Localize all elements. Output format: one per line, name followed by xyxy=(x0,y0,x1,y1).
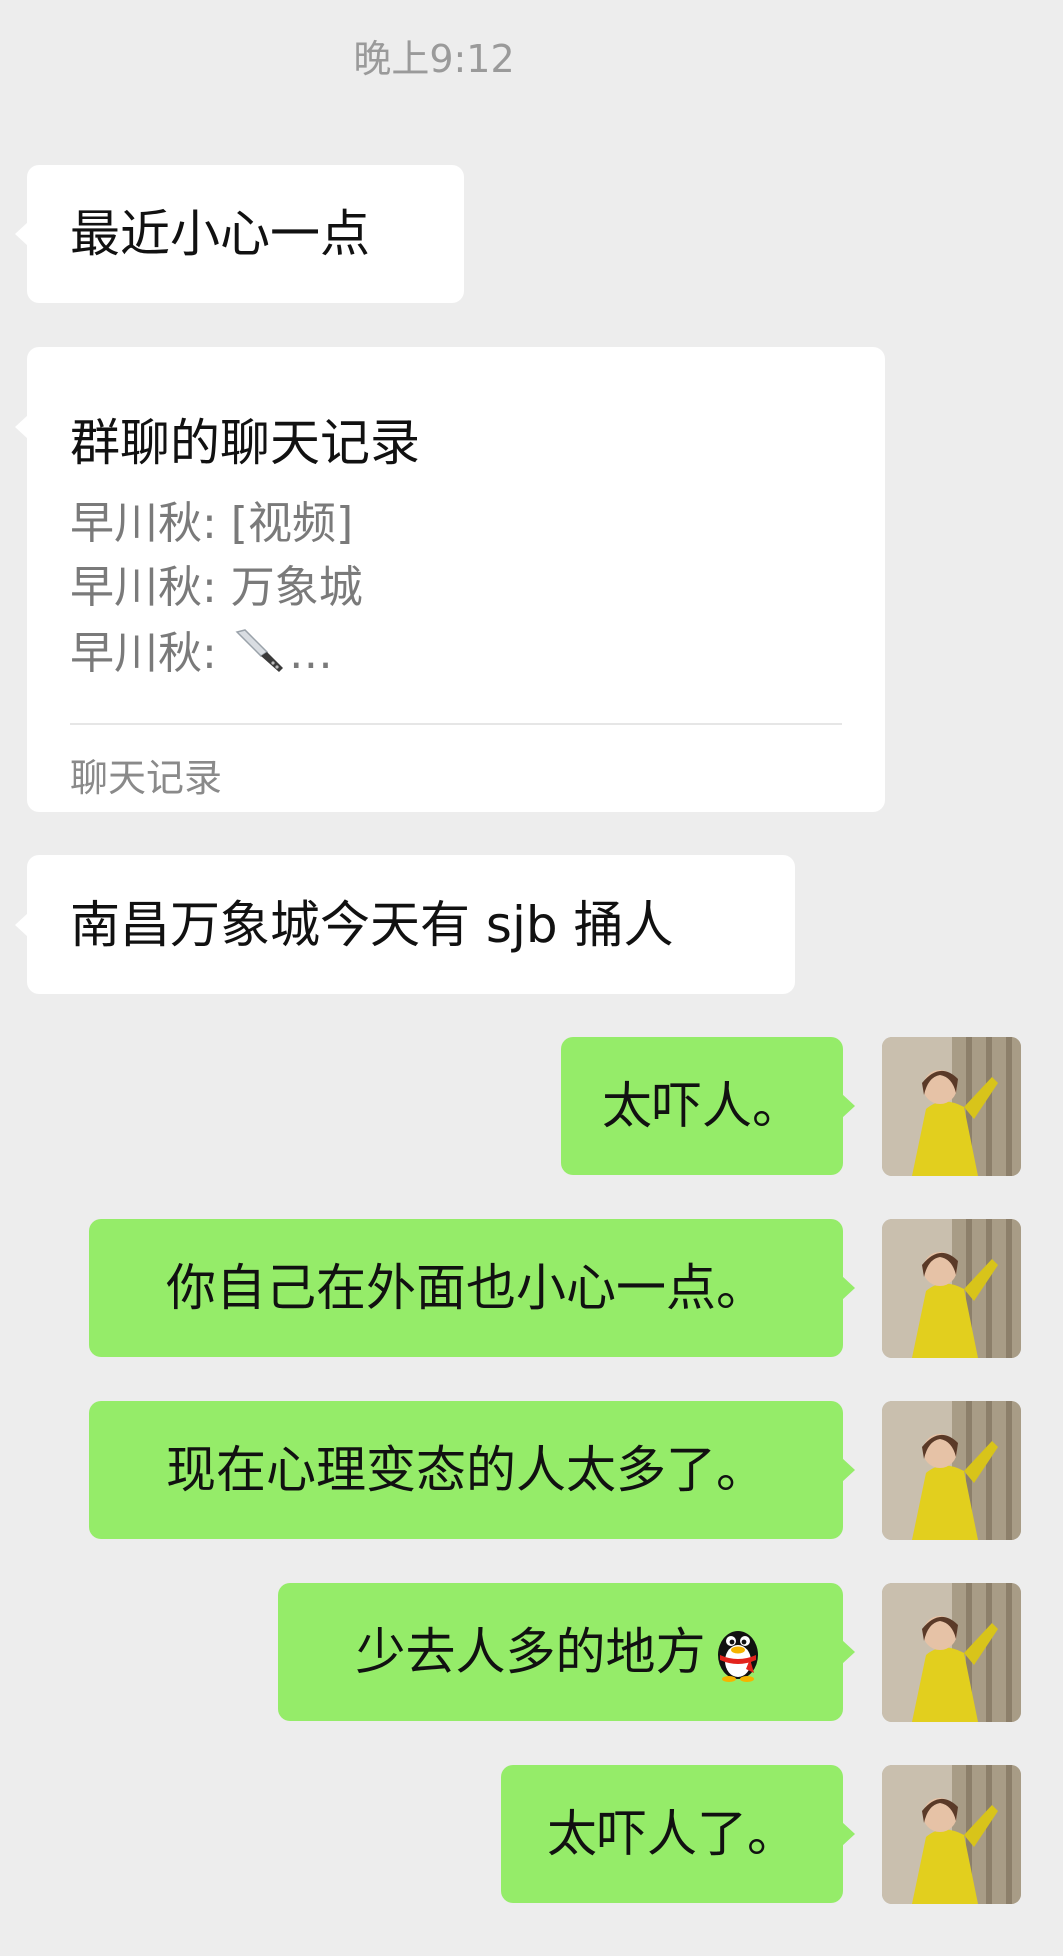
message-text: 现在心理变态的人太多了。 xyxy=(166,1441,766,1499)
outgoing-message-5[interactable]: 太吓人了。 xyxy=(501,1765,855,1903)
chat-history-card[interactable]: 群聊的聊天记录 早川秋: [视频] 早川秋: 万象城 早川秋: … 聊天记录 xyxy=(15,347,885,812)
card-divider xyxy=(70,723,842,725)
knife-icon xyxy=(235,629,283,672)
card-line-3-ellipsis: … xyxy=(288,628,333,679)
avatar[interactable] xyxy=(882,1401,1021,1540)
outgoing-message-3[interactable]: 现在心理变态的人太多了。 xyxy=(89,1401,855,1539)
card-line-3-text: 早川秋: xyxy=(70,628,231,679)
timestamp: 晚上9:12 xyxy=(353,37,515,81)
card-title: 群聊的聊天记录 xyxy=(70,414,420,472)
outgoing-message-2[interactable]: 你自己在外面也小心一点。 xyxy=(89,1219,855,1357)
avatar-image xyxy=(882,1583,1021,1722)
avatar-image xyxy=(882,1037,1021,1176)
avatar[interactable] xyxy=(882,1037,1021,1176)
bubble-tail xyxy=(842,1094,855,1118)
avatar[interactable] xyxy=(882,1219,1021,1358)
card-line-2: 早川秋: 万象城 xyxy=(70,562,363,613)
qq-penguin-icon xyxy=(717,1631,758,1682)
bubble-tail xyxy=(15,912,28,937)
message-text: 你自己在外面也小心一点。 xyxy=(166,1259,766,1317)
avatar-image xyxy=(882,1401,1021,1540)
avatar-image xyxy=(882,1765,1021,1904)
outgoing-message-4[interactable]: 少去人多的地方 xyxy=(278,1583,855,1721)
avatar[interactable] xyxy=(882,1765,1021,1904)
incoming-message-2[interactable]: 南昌万象城今天有 sjb 捅人 xyxy=(15,855,795,994)
bubble-tail xyxy=(15,415,28,439)
bubble-tail xyxy=(15,222,28,246)
avatar[interactable] xyxy=(882,1583,1021,1722)
bubble-tail xyxy=(842,1276,855,1300)
bubble-tail xyxy=(842,1458,855,1482)
outgoing-message-1[interactable]: 太吓人。 xyxy=(561,1037,855,1175)
message-text: 太吓人。 xyxy=(602,1077,802,1135)
card-footer: 聊天记录 xyxy=(70,756,223,800)
message-text: 少去人多的地方 xyxy=(355,1623,706,1681)
message-text: 南昌万象城今天有 sjb 捅人 xyxy=(70,895,674,954)
card-line-3: 早川秋: … xyxy=(70,617,333,681)
card-line-1: 早川秋: [视频] xyxy=(70,498,354,549)
bubble-tail xyxy=(842,1640,855,1664)
incoming-message-1[interactable]: 最近小心一点 xyxy=(15,165,464,303)
message-text: 最近小心一点 xyxy=(70,205,370,263)
bubble-tail xyxy=(842,1822,855,1846)
message-text: 太吓人了。 xyxy=(547,1805,797,1863)
avatar-image xyxy=(882,1219,1021,1358)
